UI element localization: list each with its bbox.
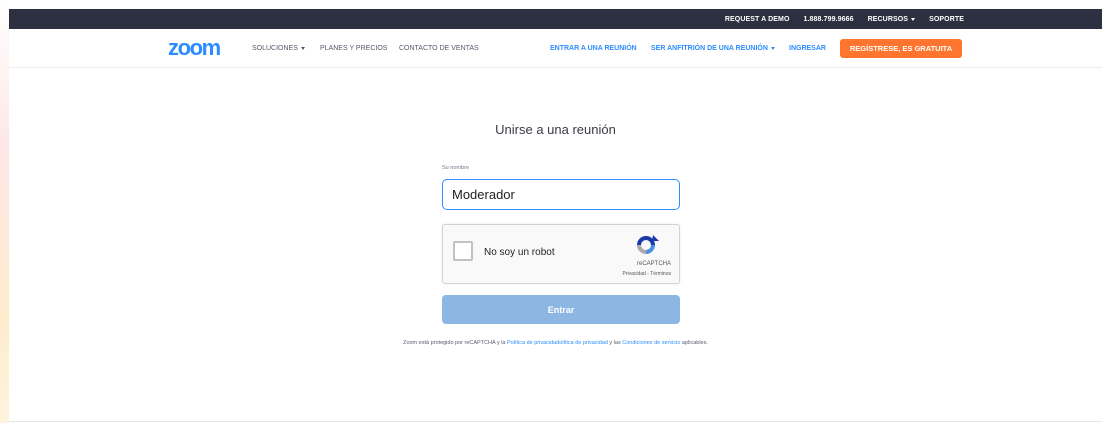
chevron-down-icon [300,47,305,50]
recaptcha-icon [637,235,659,254]
recaptcha-widget: No soy un robot reCAPTCHA Privacidad - T… [442,224,680,284]
privacy-policy-link[interactable]: Política de privacidadolítica de privaci… [507,340,608,346]
nav-contact-sales[interactable]: CONTACTO DE VENTAS [399,45,479,52]
top-utility-bar: REQUEST A DEMO 1.888.799.9666 RECURSOS S… [9,9,1102,29]
nav-plans[interactable]: PLANES Y PRECIOS [320,45,387,52]
resources-label: RECURSOS [867,15,909,23]
nav-solutions-label: SOLUCIONES [252,45,298,52]
recaptcha-terms-link[interactable]: Privacidad - Términos [588,271,671,277]
name-field-label: Su nombre [442,165,469,171]
name-input[interactable]: Moderador [442,179,680,210]
recaptcha-brand: reCAPTCHA [636,261,671,267]
legal-middle: y las [607,340,623,346]
enter-button[interactable]: Entrar [442,295,680,324]
legal-prefix: Zoom está protegido por reCAPTCHA y la [403,340,508,346]
nav-solutions[interactable]: SOLUCIONES [252,45,305,52]
page-title: Unirse a una reunión [495,122,616,137]
zoom-logo[interactable]: zoom [168,37,221,59]
request-demo-link[interactable]: REQUEST A DEMO [725,16,790,23]
recaptcha-checkbox[interactable] [453,241,473,261]
name-input-value: Moderador [452,187,515,202]
recaptcha-legal-notice: Zoom está protegido por reCAPTCHA y la P… [9,340,1102,346]
signup-button[interactable]: REGÍSTRESE, ES GRATUITA [840,39,962,58]
bottom-divider [9,421,1102,422]
phone-number[interactable]: 1.888.799.9666 [804,16,854,23]
resources-menu[interactable]: RECURSOS [867,15,916,23]
nav-signin[interactable]: INGRESAR [789,45,826,52]
chevron-down-icon [770,47,775,50]
recaptcha-label: No soy un robot [484,247,555,258]
main-navbar: zoom SOLUCIONES PLANES Y PRECIOS CONTACT… [9,29,1102,68]
nav-host-label: SER ANFITRIÓN DE UNA REUNIÓN [651,45,768,52]
support-link[interactable]: SOPORTE [929,16,964,23]
left-background-strip [0,0,9,423]
legal-suffix: aplicables. [680,340,708,346]
terms-of-service-link[interactable]: Condiciones de servicio [622,340,680,346]
chevron-down-icon [911,17,916,21]
nav-join-meeting[interactable]: ENTRAR A UNA REUNIÓN [550,45,637,52]
nav-host-meeting[interactable]: SER ANFITRIÓN DE UNA REUNIÓN [651,45,775,52]
page: REQUEST A DEMO 1.888.799.9666 RECURSOS S… [9,9,1102,423]
